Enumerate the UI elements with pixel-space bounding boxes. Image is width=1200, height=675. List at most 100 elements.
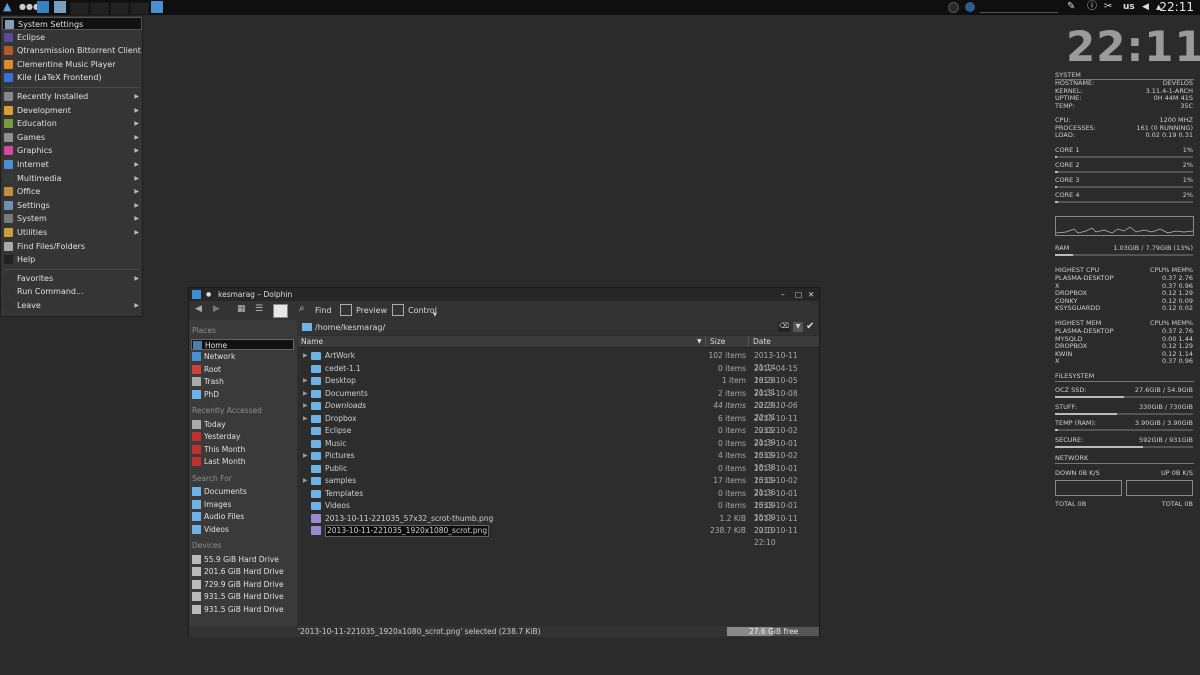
places-item-729-9-gib-hard-drive[interactable]: 729.9 GiB Hard Drive [191,579,294,590]
network-tray-icon[interactable]: ✎ [1067,1,1079,13]
maximize-icon[interactable]: □ [795,288,802,301]
menu-item-run-command[interactable]: Run Command... [2,285,142,298]
file-row[interactable]: Eclipse 0 items 2013-10-02 21:39 [298,425,819,447]
expand-icon[interactable]: ▶ [303,413,308,425]
menu-item-system[interactable]: System ▶ [2,212,142,225]
expand-icon[interactable]: ▶ [303,475,308,487]
places-item-today[interactable]: Today [191,419,294,430]
date-column-header[interactable]: Date [753,336,771,347]
settings-task-icon[interactable] [54,1,66,13]
menu-item-utilities[interactable]: Utilities ▶ [2,226,142,239]
places-item-last-month[interactable]: Last Month [191,456,294,467]
places-item-201-6-gib-hard-drive[interactable]: 201.6 GiB Hard Drive [191,566,294,577]
klipper-tray-icon[interactable]: ✂ [1104,1,1116,13]
menu-item-kile-latex-frontend[interactable]: Kile (LaTeX Frontend) [2,71,142,84]
places-item-videos[interactable]: Videos [191,524,294,535]
places-item-931-5-gib-hard-drive[interactable]: 931.5 GiB Hard Drive [191,604,294,615]
file-row[interactable]: cedet-1.1 0 items 2012-04-15 18:28 [298,363,819,385]
menu-item-leave[interactable]: Leave ▶ [2,299,142,312]
name-column-header[interactable]: Name [301,336,323,347]
dolphin-app-icon[interactable] [192,290,201,299]
file-row[interactable]: ▶ Desktop 1 item 2013-10-05 21:31 [298,375,819,397]
file-row[interactable]: Templates 0 items 2013-10-01 15:09 [298,488,819,510]
search-icon[interactable]: ⌕ [299,303,305,314]
minimize-icon[interactable]: – [781,288,785,301]
control-icon[interactable] [392,304,404,316]
path-dropdown-icon[interactable]: ▼ [793,322,803,332]
window-titlebar[interactable]: ● kesmarag – Dolphin – □ ✕ [189,288,819,301]
app-task-icon[interactable] [151,1,163,13]
places-item-images[interactable]: Images [191,499,294,510]
task-button[interactable] [130,2,149,15]
compact-view-icon[interactable]: ☰ [255,304,263,314]
menu-item-development[interactable]: Development ▶ [2,104,142,117]
path-text[interactable]: /home/kesmarag/ [315,323,385,332]
places-item-trash[interactable]: Trash [191,376,294,387]
expand-icon[interactable]: ▶ [303,400,308,412]
keyboard-layout[interactable]: us [1123,0,1135,15]
file-row[interactable]: 2013-10-11-221035_57x32_scrot-thumb.png 1… [298,513,819,535]
task-button[interactable] [70,2,89,15]
close-icon[interactable]: ✕ [808,288,814,301]
file-row[interactable]: Videos 0 items 2013-10-01 15:09 [298,500,819,522]
arch-launcher-icon[interactable]: ▲ [3,1,15,13]
file-row[interactable]: Public 0 items 2013-10-01 15:09 [298,463,819,485]
volume-tray-icon[interactable]: ◀ [1142,1,1154,13]
places-item-documents[interactable]: Documents [191,486,294,497]
file-row[interactable]: ▶ samples 17 items 2013-10-02 21:36 [298,475,819,497]
status-circle-icon[interactable] [948,2,959,13]
file-row[interactable]: ▶ Dropbox 6 items 2013-10-11 22:02 [298,413,819,435]
sort-icon[interactable]: ▼ [697,336,702,347]
dolphin-task-icon[interactable] [37,1,49,13]
back-icon[interactable]: ◀ [195,304,202,314]
task-button[interactable] [90,2,109,15]
menu-item-games[interactable]: Games ▶ [2,131,142,144]
expand-icon[interactable]: ▶ [303,388,308,400]
pin-icon[interactable]: ● [206,288,211,301]
location-bar[interactable]: /home/kesmarag/ ⌫ ▼ ✔ [298,320,819,335]
places-item-network[interactable]: Network [191,351,294,362]
info-tray-icon[interactable]: ⓘ [1087,1,1099,13]
places-item-931-5-gib-hard-drive[interactable]: 931.5 GiB Hard Drive [191,591,294,602]
menu-item-education[interactable]: Education ▶ [2,117,142,130]
file-row[interactable]: ▶ Pictures 4 items 2013-10-02 18:38 [298,450,819,472]
file-row[interactable]: ▶ ArtWork 102 items 2013-10-11 21:14 [298,350,819,372]
expand-icon[interactable]: ▶ [303,350,308,362]
file-row[interactable]: Music 0 items 2013-10-01 15:09 [298,438,819,460]
places-item-55-9-gib-hard-drive[interactable]: 55.9 GiB Hard Drive [191,554,294,565]
menu-item-system-settings[interactable]: System Settings [2,17,142,30]
menu-item-graphics[interactable]: Graphics ▶ [2,144,142,157]
find-button[interactable]: Find [315,306,331,315]
expand-icon[interactable]: ▶ [303,375,308,387]
places-item-home[interactable]: Home [191,338,294,350]
icons-view-icon[interactable]: ▦ [237,304,246,314]
menu-item-internet[interactable]: Internet ▶ [2,158,142,171]
menu-item-qtransmission-bittorrent-client[interactable]: Qtransmission Bittorrent Client [2,44,142,57]
preview-icon[interactable] [340,304,352,316]
menu-item-multimedia[interactable]: Multimedia ▶ [2,172,142,185]
places-item-phd[interactable]: PhD [191,389,294,400]
menu-item-settings[interactable]: Settings ▶ [2,199,142,212]
menu-item-help[interactable]: Help [2,253,142,266]
forward-icon[interactable]: ▶ [213,304,220,314]
places-item-this-month[interactable]: This Month [191,444,294,455]
more-dots-icon[interactable]: ●●● [19,1,40,13]
chevron-down-icon[interactable]: ▼ [433,312,437,318]
clear-path-icon[interactable]: ⌫ [778,322,790,332]
details-view-icon[interactable] [273,304,288,318]
menu-item-office[interactable]: Office ▶ [2,185,142,198]
places-item-yesterday[interactable]: Yesterday [191,431,294,442]
free-space-bar[interactable]: 27.6 GiB free [727,627,819,636]
confirm-path-icon[interactable]: ✔ [806,321,814,332]
menu-item-eclipse[interactable]: Eclipse [2,31,142,44]
menu-item-find-files-folders[interactable]: Find Files/Folders [2,240,142,253]
file-row[interactable]: ▶ Downloads 44 items 2013-10-06 22:01 [298,400,819,422]
file-row[interactable]: 2013-10-11-221035_1920x1080_scrot.png 238… [298,525,819,547]
file-row[interactable]: ▶ Documents 2 items 2013-10-08 22:28 [298,388,819,410]
preview-button[interactable]: Preview [356,306,387,315]
menu-item-clementine-music-player[interactable]: Clementine Music Player [2,58,142,71]
places-item-audio-files[interactable]: Audio Files [191,511,294,522]
menu-item-favorites[interactable]: Favorites ▶ [2,272,142,285]
task-button[interactable] [110,2,129,15]
menu-item-recently-installed[interactable]: Recently Installed ▶ [2,90,142,103]
